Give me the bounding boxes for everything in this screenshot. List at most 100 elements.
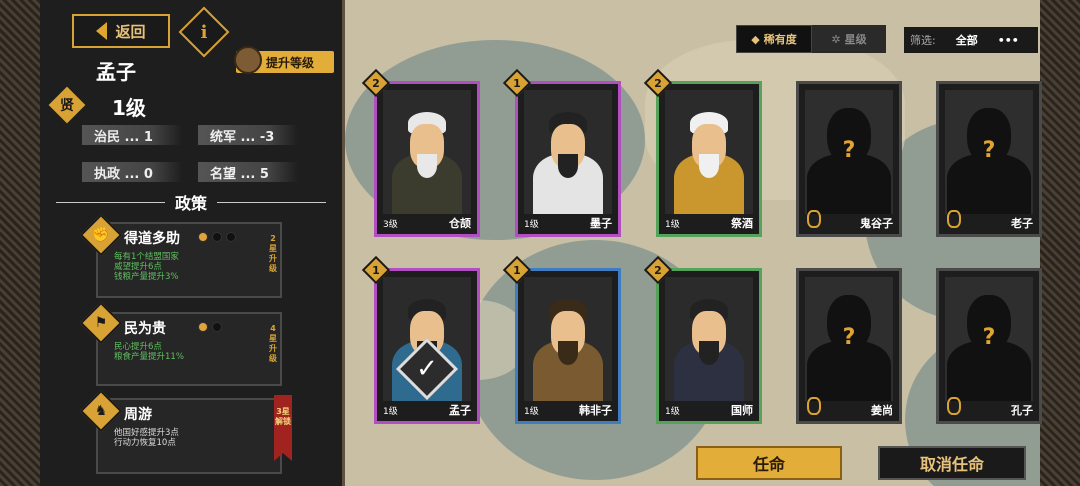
- policy-card-1[interactable]: 得道多助 每有1个结盟国家 威望提升6点 钱粮产量提升3% 2星升级: [96, 222, 282, 298]
- advisor-name: 国师: [731, 404, 753, 417]
- diamond-icon: ◆: [751, 32, 760, 46]
- rank-icon: 贤: [48, 86, 86, 124]
- locked-advisor-card[interactable]: ? 姜尚: [796, 268, 902, 424]
- filter-label: 筛选:: [910, 34, 936, 47]
- game-screen: 返回 i 提升等级 孟子 贤 1级 治民 ... 1 统军 ... -3 执政 …: [0, 0, 1080, 486]
- stat-administration: 执政 ... 0: [82, 162, 182, 182]
- policies-title: 政策: [175, 194, 208, 213]
- advisor-portrait: [524, 90, 612, 214]
- advisor-level: 3级: [383, 220, 398, 230]
- advisor-name: 韩非子: [579, 404, 612, 417]
- info-icon: i: [200, 21, 208, 43]
- hero-name: 孟子: [96, 60, 136, 84]
- policy-desc-line: 钱粮产量提升3%: [114, 272, 179, 282]
- left-border: [0, 0, 40, 486]
- advisor-portrait: ?: [805, 90, 893, 214]
- rarity-badge-value: 1: [513, 76, 521, 90]
- policy-desc-line: 行动力恢复10点: [114, 438, 176, 448]
- rank-label: 贤: [60, 98, 74, 114]
- star-icon: ✲: [831, 32, 841, 46]
- tab-label: 稀有度: [763, 33, 797, 46]
- tab-rarity[interactable]: ◆ 稀有度: [736, 25, 812, 53]
- question-mark-icon: ?: [982, 325, 996, 350]
- right-border: [1040, 0, 1080, 486]
- filter-bar[interactable]: 筛选: 全部 •••: [904, 27, 1038, 53]
- policy-desc-line: 粮食产量提升11%: [114, 352, 184, 362]
- rarity-badge-value: 1: [513, 263, 521, 277]
- advisor-portrait: ?: [945, 277, 1033, 401]
- advisor-portrait: [665, 277, 753, 401]
- lock-icon: [947, 397, 961, 415]
- advisor-portrait: [524, 277, 612, 401]
- scroll-icon: [234, 46, 262, 74]
- advisor-portrait: [665, 90, 753, 214]
- advisor-portrait: [383, 90, 471, 214]
- policy-card-2[interactable]: 民为贵 民心提升6点 粮食产量提升11% 4星升级: [96, 312, 282, 386]
- locked-advisor-card[interactable]: ? 鬼谷子: [796, 81, 902, 237]
- lock-icon: [807, 397, 821, 415]
- back-button-label: 返回: [115, 22, 146, 41]
- policy-name: 周游: [124, 407, 152, 423]
- policy-desc-line: 他国好感提升3点: [114, 428, 179, 438]
- rarity-badge-value: 2: [372, 76, 380, 90]
- tab-stars[interactable]: ✲ 星级: [812, 25, 886, 53]
- rarity-badge-value: 1: [372, 263, 380, 277]
- hero-level: 1级: [112, 96, 146, 120]
- advisor-name: 姜尚: [871, 404, 893, 417]
- advisor-name: 老子: [1011, 217, 1033, 230]
- policy-card-3[interactable]: 周游 他国好感提升3点 行动力恢复10点: [96, 398, 282, 474]
- policy-desc-line: 威望提升6点: [114, 262, 162, 272]
- locked-advisor-card[interactable]: ? 老子: [936, 81, 1042, 237]
- cancel-appoint-button[interactable]: 取消任命: [878, 446, 1026, 480]
- advisor-name: 鬼谷子: [860, 217, 893, 230]
- back-button[interactable]: 返回: [72, 14, 170, 48]
- filter-value: 全部: [955, 34, 978, 47]
- advisor-card[interactable]: 1级 祭酒: [656, 81, 762, 237]
- advisor-portrait: ?: [805, 277, 893, 401]
- locked-advisor-card[interactable]: ? 孔子: [936, 268, 1042, 424]
- stat-reputation: 名望 ... 5: [198, 162, 298, 182]
- advisor-name: 祭酒: [731, 217, 753, 230]
- policy-upgrade-note: 4星升级: [269, 324, 277, 363]
- advisor-level: 1级: [665, 407, 680, 417]
- advisor-level: 1级: [665, 220, 680, 230]
- stat-governance: 治民 ... 1: [82, 125, 182, 145]
- lock-icon: [947, 210, 961, 228]
- advisor-card[interactable]: 1级 国师: [656, 268, 762, 424]
- lock-icon: [807, 210, 821, 228]
- rarity-badge-value: 2: [654, 263, 662, 277]
- stat-military: 统军 ... -3: [198, 125, 298, 145]
- policy-stars: [198, 322, 222, 332]
- appoint-button[interactable]: 任命: [696, 446, 842, 480]
- rarity-badge-value: 2: [654, 76, 662, 90]
- advisor-portrait: ?: [945, 90, 1033, 214]
- advisor-card[interactable]: 3级 仓颉: [374, 81, 480, 237]
- tab-label: 星级: [844, 33, 867, 46]
- advisor-name: 孔子: [1011, 404, 1033, 417]
- advisor-portrait: ✓: [383, 277, 471, 401]
- unlock-ribbon: 3星解锁: [274, 395, 292, 461]
- advisor-name: 孟子: [449, 404, 471, 417]
- advisor-level: 1级: [383, 407, 398, 417]
- policy-upgrade-note: 2星升级: [269, 234, 277, 273]
- more-icon[interactable]: •••: [998, 34, 1019, 47]
- advisor-card[interactable]: ✓ 1级 孟子: [374, 268, 480, 424]
- policy-name: 得道多助: [124, 231, 180, 247]
- sort-tabs: ◆ 稀有度 ✲ 星级: [736, 25, 886, 53]
- question-mark-icon: ?: [842, 325, 856, 350]
- policy-stars: [198, 232, 236, 242]
- policies-header: 政策: [56, 190, 327, 214]
- policy-desc-line: 民心提升6点: [114, 342, 162, 352]
- advisor-card[interactable]: 1级 墨子: [515, 81, 621, 237]
- back-arrow-icon: [96, 22, 108, 40]
- question-mark-icon: ?: [842, 138, 856, 163]
- question-mark-icon: ?: [982, 138, 996, 163]
- policy-name: 民为贵: [124, 321, 166, 337]
- advisor-name: 仓颉: [449, 217, 471, 230]
- advisor-name: 墨子: [590, 217, 612, 230]
- advisor-level: 1级: [524, 407, 539, 417]
- upgrade-label: 提升等级: [266, 55, 315, 70]
- advisor-card[interactable]: 1级 韩非子: [515, 268, 621, 424]
- advisor-level: 1级: [524, 220, 539, 230]
- policy-desc-line: 每有1个结盟国家: [114, 252, 179, 262]
